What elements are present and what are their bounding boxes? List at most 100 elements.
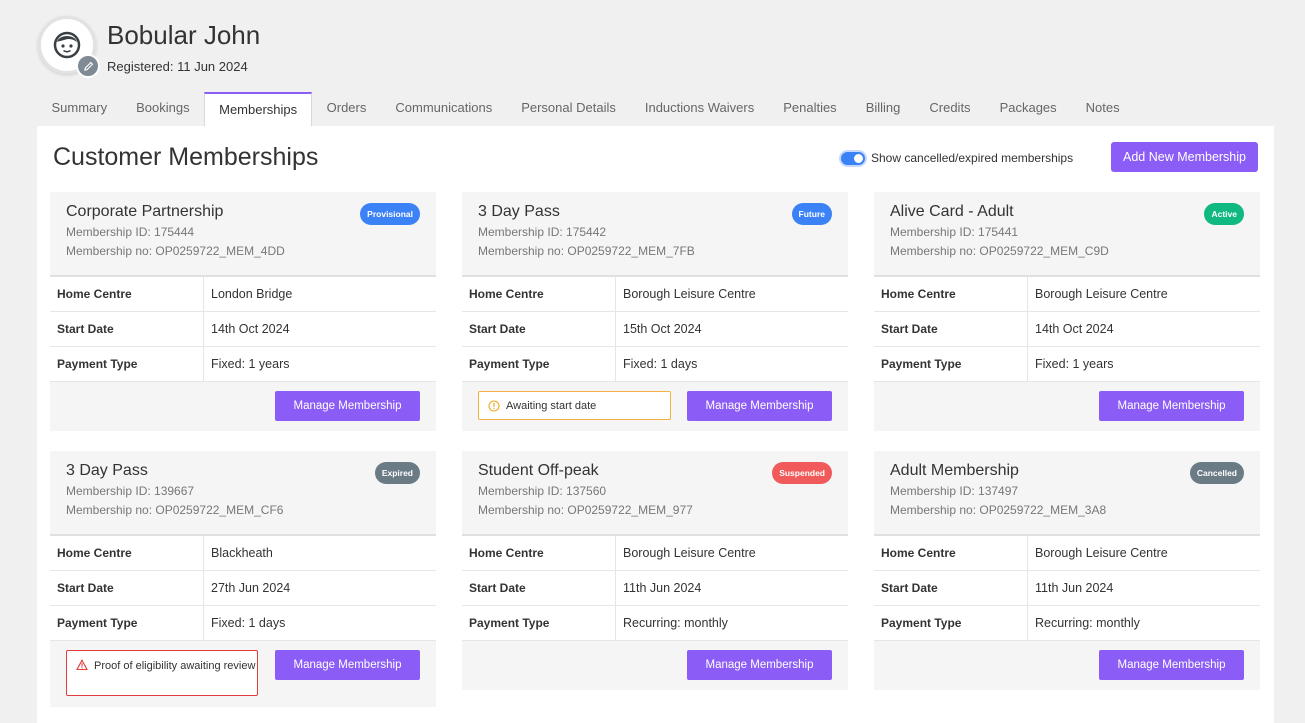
detail-row-home-centre: Home Centre London Bridge bbox=[50, 277, 436, 312]
tab-penalties[interactable]: Penalties bbox=[769, 92, 851, 126]
show-cancelled-toggle[interactable] bbox=[841, 151, 865, 165]
membership-card: Adult Membership Membership ID: 137497 M… bbox=[874, 451, 1260, 690]
edit-avatar-button[interactable] bbox=[76, 54, 100, 78]
notice-text: Awaiting start date bbox=[506, 399, 597, 412]
tab-summary[interactable]: Summary bbox=[37, 92, 122, 126]
eligibility-warning-notice: Proof of eligibility awaiting review bbox=[66, 650, 258, 696]
membership-id: Membership ID: 175441 bbox=[890, 225, 1019, 239]
detail-value: 14th Oct 2024 bbox=[211, 322, 290, 336]
manage-membership-button[interactable]: Manage Membership bbox=[1099, 391, 1244, 421]
detail-label: Home Centre bbox=[874, 277, 1028, 311]
show-cancelled-label[interactable]: Show cancelled/expired memberships bbox=[871, 151, 1073, 165]
card-footer: Proof of eligibility awaiting review Man… bbox=[50, 641, 436, 706]
detail-label: Payment Type bbox=[50, 606, 204, 640]
detail-value: London Bridge bbox=[211, 287, 293, 301]
membership-card: Corporate Partnership Membership ID: 175… bbox=[50, 192, 436, 431]
manage-membership-button[interactable]: Manage Membership bbox=[687, 391, 832, 421]
membership-title: 3 Day Pass bbox=[478, 203, 560, 220]
detail-row-payment-type: Payment Type Recurring: monthly bbox=[462, 606, 848, 641]
status-badge: Provisional bbox=[360, 203, 420, 225]
manage-membership-button[interactable]: Manage Membership bbox=[687, 650, 832, 680]
membership-number: Membership no: OP0259722_MEM_4DD bbox=[66, 244, 285, 258]
membership-card: Alive Card - Adult Membership ID: 175441… bbox=[874, 192, 1260, 431]
card-header: Corporate Partnership Membership ID: 175… bbox=[50, 192, 436, 277]
detail-label: Payment Type bbox=[874, 347, 1028, 381]
detail-value: Fixed: 1 years bbox=[211, 357, 290, 371]
membership-number: Membership no: OP0259722_MEM_3A8 bbox=[890, 503, 1107, 517]
tab-credits[interactable]: Credits bbox=[915, 92, 985, 126]
manage-membership-button[interactable]: Manage Membership bbox=[275, 391, 420, 421]
membership-number: Membership no: OP0259722_MEM_CF6 bbox=[66, 503, 284, 517]
membership-id: Membership ID: 175442 bbox=[478, 225, 607, 239]
registered-date: Registered: 11 Jun 2024 bbox=[107, 59, 248, 74]
membership-card: 3 Day Pass Membership ID: 175442 Members… bbox=[462, 192, 848, 431]
manage-membership-button[interactable]: Manage Membership bbox=[1099, 650, 1244, 680]
page-title: Customer Memberships bbox=[53, 143, 319, 171]
tab-packages[interactable]: Packages bbox=[985, 92, 1071, 126]
tab-orders[interactable]: Orders bbox=[312, 92, 381, 126]
card-header: Student Off-peak Membership ID: 137560 M… bbox=[462, 451, 848, 536]
detail-row-start-date: Start Date 15th Oct 2024 bbox=[462, 312, 848, 347]
tab-personal-details[interactable]: Personal Details bbox=[507, 92, 631, 126]
detail-row-home-centre: Home Centre Borough Leisure Centre bbox=[462, 536, 848, 571]
membership-details: Home Centre Borough Leisure Centre Start … bbox=[874, 536, 1260, 641]
detail-label: Home Centre bbox=[50, 277, 204, 311]
detail-value: Blackheath bbox=[211, 546, 273, 560]
detail-row-payment-type: Payment Type Fixed: 1 years bbox=[874, 347, 1260, 382]
status-badge: Active bbox=[1204, 203, 1244, 225]
detail-label: Start Date bbox=[874, 312, 1028, 346]
detail-label: Payment Type bbox=[462, 347, 616, 381]
detail-label: Start Date bbox=[462, 312, 616, 346]
membership-details: Home Centre Borough Leisure Centre Start … bbox=[462, 536, 848, 641]
show-cancelled-toggle-group: Show cancelled/expired memberships bbox=[841, 151, 1073, 165]
tab-inductions-waivers[interactable]: Inductions Waivers bbox=[630, 92, 768, 126]
detail-value: Recurring: monthly bbox=[1035, 616, 1140, 630]
detail-value: Borough Leisure Centre bbox=[1035, 287, 1168, 301]
detail-row-start-date: Start Date 11th Jun 2024 bbox=[874, 571, 1260, 606]
tab-bookings[interactable]: Bookings bbox=[122, 92, 204, 126]
detail-row-home-centre: Home Centre Borough Leisure Centre bbox=[462, 277, 848, 312]
membership-id: Membership ID: 175444 bbox=[66, 225, 195, 239]
customer-name: Bobular John bbox=[107, 20, 261, 50]
membership-number: Membership no: OP0259722_MEM_977 bbox=[478, 503, 693, 517]
detail-label: Start Date bbox=[50, 312, 204, 346]
card-footer: Manage Membership bbox=[874, 382, 1260, 430]
detail-value: Borough Leisure Centre bbox=[623, 287, 756, 301]
detail-row-payment-type: Payment Type Fixed: 1 years bbox=[50, 347, 436, 382]
detail-row-start-date: Start Date 14th Oct 2024 bbox=[874, 312, 1260, 347]
card-header: 3 Day Pass Membership ID: 175442 Members… bbox=[462, 192, 848, 277]
card-header: Alive Card - Adult Membership ID: 175441… bbox=[874, 192, 1260, 277]
info-icon bbox=[488, 399, 500, 412]
tab-communications[interactable]: Communications bbox=[381, 92, 507, 126]
detail-row-home-centre: Home Centre Borough Leisure Centre bbox=[874, 536, 1260, 571]
card-header: 3 Day Pass Membership ID: 139667 Members… bbox=[50, 451, 436, 536]
status-badge: Expired bbox=[374, 462, 420, 484]
detail-row-home-centre: Home Centre Blackheath bbox=[50, 536, 436, 571]
detail-value: 11th Jun 2024 bbox=[1035, 581, 1114, 595]
manage-membership-button[interactable]: Manage Membership bbox=[275, 650, 420, 680]
user-face-icon bbox=[53, 31, 81, 59]
detail-label: Start Date bbox=[462, 571, 616, 605]
membership-title: Alive Card - Adult bbox=[890, 203, 1014, 220]
awaiting-start-notice: Awaiting start date bbox=[478, 391, 671, 420]
membership-details: Home Centre Blackheath Start Date 27th Jun… bbox=[50, 536, 436, 641]
memberships-panel: Customer Memberships Show cancelled/expi… bbox=[37, 126, 1274, 723]
tab-notes[interactable]: Notes bbox=[1071, 92, 1134, 126]
tab-billing[interactable]: Billing bbox=[851, 92, 915, 126]
status-badge: Future bbox=[791, 203, 832, 225]
detail-value: Borough Leisure Centre bbox=[623, 546, 756, 560]
detail-value: 14th Oct 2024 bbox=[1035, 322, 1114, 336]
tab-memberships[interactable]: Memberships bbox=[204, 92, 313, 126]
membership-details: Home Centre Borough Leisure Centre Start … bbox=[874, 277, 1260, 382]
detail-row-payment-type: Payment Type Recurring: monthly bbox=[874, 606, 1260, 641]
membership-number: Membership no: OP0259722_MEM_C9D bbox=[890, 244, 1109, 258]
card-footer: Manage Membership bbox=[50, 382, 436, 430]
membership-title: 3 Day Pass bbox=[66, 462, 148, 479]
detail-label: Home Centre bbox=[50, 536, 204, 570]
membership-details: Home Centre Borough Leisure Centre Start … bbox=[462, 277, 848, 382]
detail-value: Fixed: 1 days bbox=[211, 616, 286, 630]
detail-label: Home Centre bbox=[462, 536, 616, 570]
add-new-membership-button[interactable]: Add New Membership bbox=[1111, 142, 1258, 172]
membership-id: Membership ID: 137560 bbox=[478, 484, 607, 498]
toggle-knob bbox=[854, 153, 863, 163]
